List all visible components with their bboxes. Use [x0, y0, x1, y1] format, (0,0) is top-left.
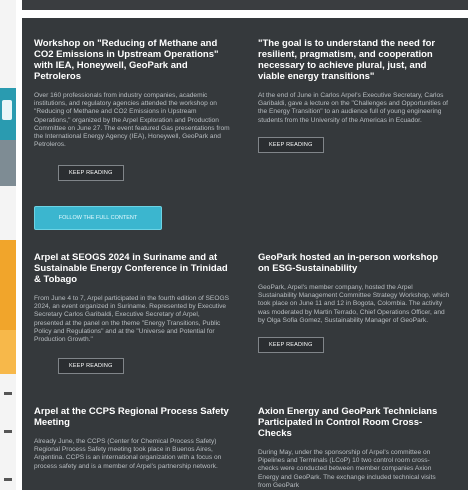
top-bar [22, 0, 468, 10]
news-body: During May, under the sponsorship of Arp… [258, 449, 436, 489]
news-body: Already June, the CCPS (Center for Chemi… [34, 438, 222, 470]
news-body: From June 4 to 7, Arpel participated in … [34, 295, 229, 344]
text-fragment [4, 392, 12, 395]
news-title[interactable]: GeoPark hosted an in-person workshop on … [258, 252, 450, 274]
news-card: Workshop on "Reducing of Methane and CO2… [34, 38, 230, 182]
news-body: GeoPark, Arpel's member company, hosted … [258, 284, 450, 324]
banner-icon [2, 100, 12, 120]
news-title[interactable]: "The goal is to understand the need for … [258, 38, 450, 82]
news-title[interactable]: Workshop on "Reducing of Methane and CO2… [34, 38, 230, 82]
news-card: Axion Energy and GeoPark Technicians Par… [258, 406, 450, 490]
keep-reading-button[interactable]: KEEP READING [258, 136, 324, 153]
text-fragment [4, 478, 12, 481]
news-card: Arpel at the CCPS Regional Process Safet… [34, 406, 230, 490]
keep-reading-button[interactable]: KEEP READING [258, 337, 324, 354]
keep-reading-button[interactable]: KEEP READING [58, 165, 124, 182]
news-title[interactable]: Axion Energy and GeoPark Technicians Par… [258, 406, 450, 439]
text-fragment [4, 430, 12, 433]
keep-reading-button[interactable]: KEEP READING [58, 358, 124, 375]
news-body: At the end of June in Carlos Arpel's Exe… [258, 92, 449, 124]
news-body: Over 160 professionals from industry com… [34, 92, 230, 149]
left-page-strip [0, 0, 16, 490]
news-card: "The goal is to understand the need for … [258, 38, 450, 153]
news-card: GeoPark hosted an in-person workshop on … [258, 252, 450, 354]
follow-content-button[interactable]: FOLLOW THE FULL CONTENT [34, 206, 162, 230]
orange-banner-lower [0, 330, 16, 374]
banner-photo [0, 140, 16, 186]
news-card: Arpel at SEOGS 2024 in Suriname and at S… [34, 252, 230, 375]
news-title[interactable]: Arpel at the CCPS Regional Process Safet… [34, 406, 230, 428]
news-title[interactable]: Arpel at SEOGS 2024 in Suriname and at S… [34, 252, 230, 285]
